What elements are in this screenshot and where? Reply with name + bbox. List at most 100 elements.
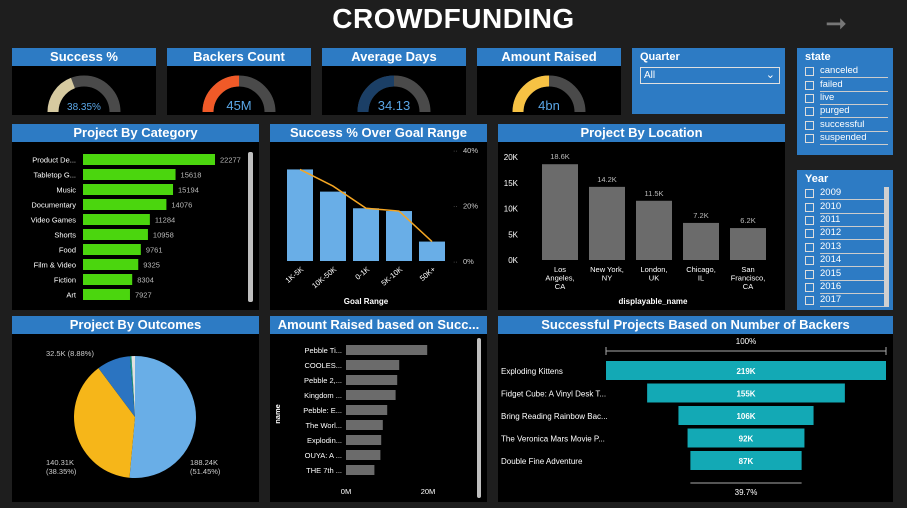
location-x-label: UK — [649, 274, 659, 283]
funnel-chart-title: Successful Projects Based on Number of B… — [498, 316, 893, 334]
location-bar — [589, 186, 625, 260]
slicer-option[interactable]: live — [797, 92, 893, 105]
checkbox[interactable] — [805, 282, 814, 292]
category-value: 11284 — [155, 216, 175, 225]
goal-y-tick: 20% — [463, 202, 478, 211]
category-value: 22277 — [220, 156, 241, 165]
location-y-tick: 15K — [504, 179, 519, 188]
slicer-option[interactable]: 2011 — [797, 214, 893, 227]
slicer-option-label: live — [820, 92, 888, 105]
location-x-label: NY — [602, 274, 612, 283]
category-label: Shorts — [54, 231, 76, 240]
category-value: 15194 — [178, 186, 199, 195]
kpi-average-days-card: 34.13 — [322, 66, 466, 115]
state-list: canceled failed live purged successful suspen… — [797, 65, 893, 146]
arrow-right-icon[interactable]: ➞ — [825, 8, 847, 39]
checkbox[interactable] — [805, 67, 814, 77]
goal-x-label: 1K-5K — [284, 265, 306, 285]
category-bar — [83, 259, 139, 270]
slicer-option[interactable]: suspended — [797, 132, 893, 146]
goal-bar — [287, 169, 313, 261]
slicer-option-label: 2016 — [820, 281, 888, 294]
funnel-value: 87K — [739, 457, 754, 466]
category-value: 7927 — [135, 291, 152, 300]
funnel-value: 155K — [736, 390, 755, 399]
funnel-chart-panel: 100% Exploding Kittens 219K Fidget Cube: A … — [498, 334, 893, 502]
amount-bar — [346, 450, 381, 460]
amount-bar — [346, 345, 428, 355]
kpi-success-card: 38.35% — [12, 66, 156, 115]
kpi-backers-label: Backers Count — [167, 48, 311, 66]
slicer-option[interactable]: 2017 — [797, 294, 893, 308]
slicer-option-label: successful — [820, 119, 888, 132]
location-x-label: CA — [555, 282, 565, 291]
dashboard: CROWDFUNDING ➞ Success % 38.35% Backers … — [0, 0, 907, 508]
amount-y-axis-title: name — [273, 404, 282, 424]
slicer-option[interactable]: 2014 — [797, 254, 893, 268]
checkbox[interactable] — [805, 189, 814, 199]
amount-bar — [346, 435, 382, 445]
slicer-option[interactable]: purged — [797, 105, 893, 119]
amount-label: Pebble: E... — [303, 406, 342, 415]
amount-label: The Worl... — [305, 421, 342, 430]
checkbox[interactable] — [805, 80, 814, 90]
slicer-option[interactable]: 2010 — [797, 200, 893, 214]
category-value: 10958 — [153, 231, 174, 240]
slicer-option[interactable]: successful — [797, 119, 893, 132]
location-data-label: 14.2K — [597, 175, 617, 184]
amount-chart-panel: Pebble Ti... COOLES... Pebble 2,... Kingdom… — [270, 334, 487, 502]
slicer-option[interactable]: canceled — [797, 65, 893, 79]
slicer-option[interactable]: 2016 — [797, 281, 893, 294]
amount-x-tick: 20M — [421, 487, 436, 496]
location-x-axis-title: displayable_name — [619, 297, 688, 306]
location-bar — [683, 222, 719, 260]
category-label: Video Games — [31, 216, 77, 225]
location-data-label: 18.6K — [550, 152, 570, 161]
amount-bar — [346, 360, 400, 370]
amount-bar — [346, 390, 396, 400]
checkbox[interactable] — [805, 229, 814, 239]
checkbox[interactable] — [805, 120, 814, 130]
category-label: Film & Video — [34, 261, 76, 270]
checkbox[interactable] — [805, 242, 814, 252]
category-bar — [83, 184, 174, 195]
slicer-option[interactable]: failed — [797, 78, 893, 92]
checkbox[interactable] — [805, 269, 814, 279]
quarter-slicer: Quarter All ⌄ — [632, 48, 785, 114]
category-value: 9325 — [143, 261, 160, 270]
slicer-option-label: 2014 — [820, 254, 888, 268]
checkbox[interactable] — [805, 215, 814, 225]
goal-x-label: 10K-50K — [310, 265, 338, 291]
checkbox[interactable] — [805, 93, 814, 103]
kpi-average-days-gauge: 34.13 — [357, 75, 431, 113]
funnel-label: Bring Reading Rainbow Bac... — [501, 412, 608, 421]
checkbox[interactable] — [805, 202, 814, 212]
slicer-option[interactable]: 2015 — [797, 267, 893, 281]
slicer-option[interactable]: 2012 — [797, 227, 893, 241]
slicer-option-label: 2009 — [820, 187, 888, 201]
amount-bar — [346, 465, 375, 475]
quarter-dropdown[interactable]: All ⌄ — [640, 67, 780, 84]
amount-label: Pebble Ti... — [304, 346, 342, 355]
category-label: Product De... — [32, 156, 76, 165]
checkbox[interactable] — [805, 134, 814, 144]
gauge-value: 34.13 — [378, 98, 411, 113]
goal-tick-mark: ·· — [453, 259, 458, 266]
category-label: Fiction — [54, 276, 76, 285]
amount-chart-title: Amount Raised based on Succ... — [270, 316, 487, 334]
goal-chart-panel: 40% ·· 20% ·· 0% ·· 1K-5K 10K-50K 0-1K 5K-10K 50K+… — [270, 142, 487, 310]
slicer-option-label: 2010 — [820, 201, 888, 214]
pie-slice — [129, 356, 197, 479]
slicer-option[interactable]: 2013 — [797, 241, 893, 254]
checkbox[interactable] — [805, 296, 814, 306]
funnel-label: The Veronica Mars Movie P... — [501, 435, 605, 444]
amount-label: THE 7th ... — [306, 466, 342, 475]
kpi-success-gauge: 38.35% — [47, 75, 121, 113]
checkbox[interactable] — [805, 107, 814, 117]
checkbox[interactable] — [805, 256, 814, 266]
goal-y-tick: 0% — [463, 257, 474, 266]
funnel-value: 219K — [736, 367, 755, 376]
slicer-option[interactable]: 2009 — [797, 187, 893, 201]
year-scrollbar[interactable] — [884, 187, 889, 307]
chevron-down-icon: ⌄ — [765, 69, 775, 81]
